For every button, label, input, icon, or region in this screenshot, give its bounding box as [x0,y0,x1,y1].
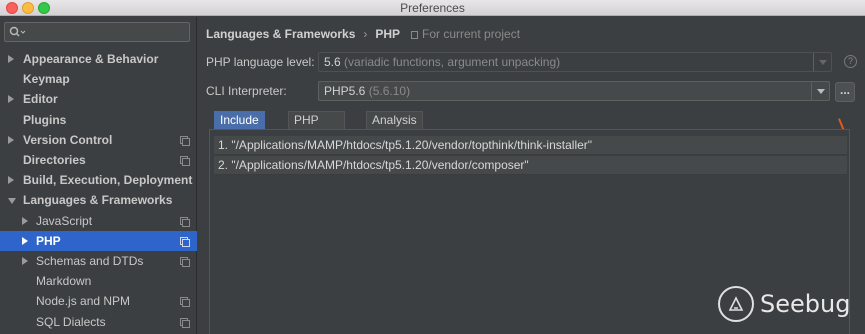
sidebar-item-label: Plugins [23,112,67,127]
sidebar-item-editor[interactable]: Editor [0,89,197,109]
project-copy-icon [180,135,190,146]
sidebar-item-sql-dialects[interactable]: SQL Dialects [0,312,197,332]
seebug-logo-icon [718,286,754,322]
cli-interpreter-detail: (5.6.10) [368,84,411,98]
chevron-right-icon[interactable] [8,95,14,104]
sidebar-item-build-execution-deployment[interactable]: Build, Execution, Deployment [0,170,197,190]
project-copy-icon [180,216,190,227]
tab-php-runtime[interactable]: PHP Runtime [288,111,345,144]
list-item[interactable]: 2. "/Applications/MAMP/htdocs/tp5.1.20/v… [214,156,847,175]
watermark: Seebug [716,284,856,324]
breadcrumb-current: PHP [375,27,401,41]
sidebar-item-version-control[interactable]: Version Control [0,130,197,150]
tab-include-path[interactable]: Include Path [214,111,265,144]
settings-sidebar: Appearance & Behavior Keymap Editor Plugins… [0,17,197,334]
project-icon [411,31,418,39]
chevron-right-icon[interactable] [22,236,28,245]
sidebar-item-label: Build, Execution, Deployment [23,173,193,188]
sidebar-item-label: SQL Dialects [36,314,106,329]
project-copy-icon [180,297,190,308]
php-language-level-select[interactable]: 5.6 (variadic functions, argument unpack… [318,52,832,72]
sidebar-item-label: Appearance & Behavior [23,52,159,66]
window-title: Preferences [400,1,465,15]
chevron-right-icon[interactable] [8,135,14,144]
sidebar-item-markdown[interactable]: Markdown [0,271,197,291]
bug-icon [728,296,744,311]
tab-analysis-label: Analysis [372,113,417,127]
breadcrumb: Languages & Frameworks › PHP [206,26,400,42]
sidebar-item-javascript[interactable]: JavaScript [0,211,197,231]
sidebar-item-directories[interactable]: Directories [0,150,197,170]
sidebar-item-label: Languages & Frameworks [23,193,173,208]
sidebar-item-languages-frameworks[interactable]: Languages & Frameworks [0,190,197,210]
sidebar-item-label: Node.js and NPM [36,294,131,309]
settings-search-input[interactable] [4,22,190,42]
project-copy-icon [180,236,190,247]
sidebar-item-schemas-and-dtds[interactable]: Schemas and DTDs [0,251,197,271]
scope-label: For current project [411,26,520,42]
sidebar-item-label: Directories [23,153,86,167]
search-icon [9,26,26,37]
project-copy-icon [180,317,190,328]
chevron-right-icon[interactable] [22,257,28,265]
breadcrumb-separator: › [363,27,368,41]
chevron-down-icon[interactable] [811,82,829,100]
tab-analysis[interactable]: Analysis [366,111,423,129]
sidebar-item-label: Markdown [36,274,92,289]
window-titlebar: Preferences [0,0,865,16]
php-language-level-value: 5.6 [324,55,341,69]
chevron-down-icon[interactable] [813,53,831,71]
sidebar-item-label: Schemas and DTDs [36,254,144,268]
php-language-level-label: PHP language level: [206,55,315,69]
chevron-down-icon[interactable] [8,198,16,205]
chevron-right-icon[interactable] [8,176,14,185]
chevron-right-icon[interactable] [8,55,14,63]
cli-interpreter-more-button[interactable]: ... [835,82,855,102]
cli-interpreter-value: PHP5.6 [324,84,366,98]
scope-text: For current project [422,27,521,41]
project-copy-icon [180,156,190,166]
sidebar-item-label: PHP [36,233,61,248]
cli-interpreter-select[interactable]: PHP5.6 (5.6.10) [318,81,830,101]
sidebar-item-php[interactable]: PHP [0,230,197,251]
sidebar-item-keymap[interactable]: Keymap [0,69,197,89]
watermark-text: Seebug [760,290,851,318]
sidebar-item-appearance-behavior[interactable]: Appearance & Behavior [0,49,197,69]
breadcrumb-parent[interactable]: Languages & Frameworks [206,26,355,42]
sidebar-item-label: Editor [23,92,58,107]
project-copy-icon [180,257,190,267]
sidebar-item-plugins[interactable]: Plugins [0,110,197,130]
cli-interpreter-label: CLI Interpreter: [206,84,287,98]
list-item[interactable]: 1. "/Applications/MAMP/htdocs/tp5.1.20/v… [214,136,847,155]
sidebar-item-label: Version Control [23,132,113,147]
chevron-right-icon[interactable] [22,216,28,225]
sidebar-item-node-js-and-npm[interactable]: Node.js and NPM [0,291,197,311]
php-language-level-detail: (variadic functions, argument unpacking) [344,55,561,69]
sidebar-item-label: Keymap [23,72,70,87]
help-icon[interactable]: ? [844,55,857,68]
sidebar-item-label: JavaScript [36,213,93,228]
